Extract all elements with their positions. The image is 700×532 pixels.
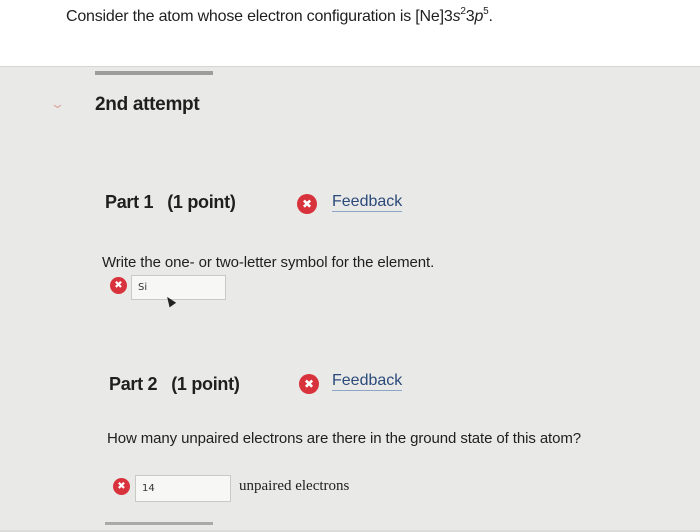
question-text: Consider the atom whose electron configu… [66, 6, 493, 26]
part-2-title: Part 2 (1 point) [109, 374, 240, 395]
x-circle-icon: ✖ [113, 478, 130, 495]
part-1-prompt: Write the one- or two-letter symbol for … [102, 254, 435, 271]
part-1-points: (1 point) [167, 192, 236, 212]
part-2-label: Part 2 [109, 374, 158, 394]
x-circle-icon: ✖ [297, 194, 317, 214]
part-1-feedback-link[interactable]: Feedback [332, 193, 403, 212]
divider-bar [95, 71, 213, 75]
chevron-down-icon[interactable]: ⌄ [50, 96, 65, 112]
part-1-label: Part 1 [105, 192, 154, 212]
divider-bar [105, 522, 213, 525]
part-1-title: Part 1 (1 point) [105, 192, 236, 213]
part-2-prompt: How many unpaired electrons are there in… [107, 430, 582, 447]
part-2-answer-input[interactable]: 14 [135, 475, 231, 502]
x-circle-icon: ✖ [110, 277, 127, 294]
part-2-units: unpaired electrons [239, 478, 350, 494]
part-1-answer-input[interactable]: Si [131, 275, 226, 300]
x-circle-icon: ✖ [299, 374, 319, 394]
attempt-title[interactable]: 2nd attempt [95, 94, 200, 116]
part-2-feedback-link[interactable]: Feedback [332, 372, 403, 391]
question-header: Consider the atom whose electron configu… [0, 0, 700, 67]
part-2-points: (1 point) [171, 374, 240, 394]
